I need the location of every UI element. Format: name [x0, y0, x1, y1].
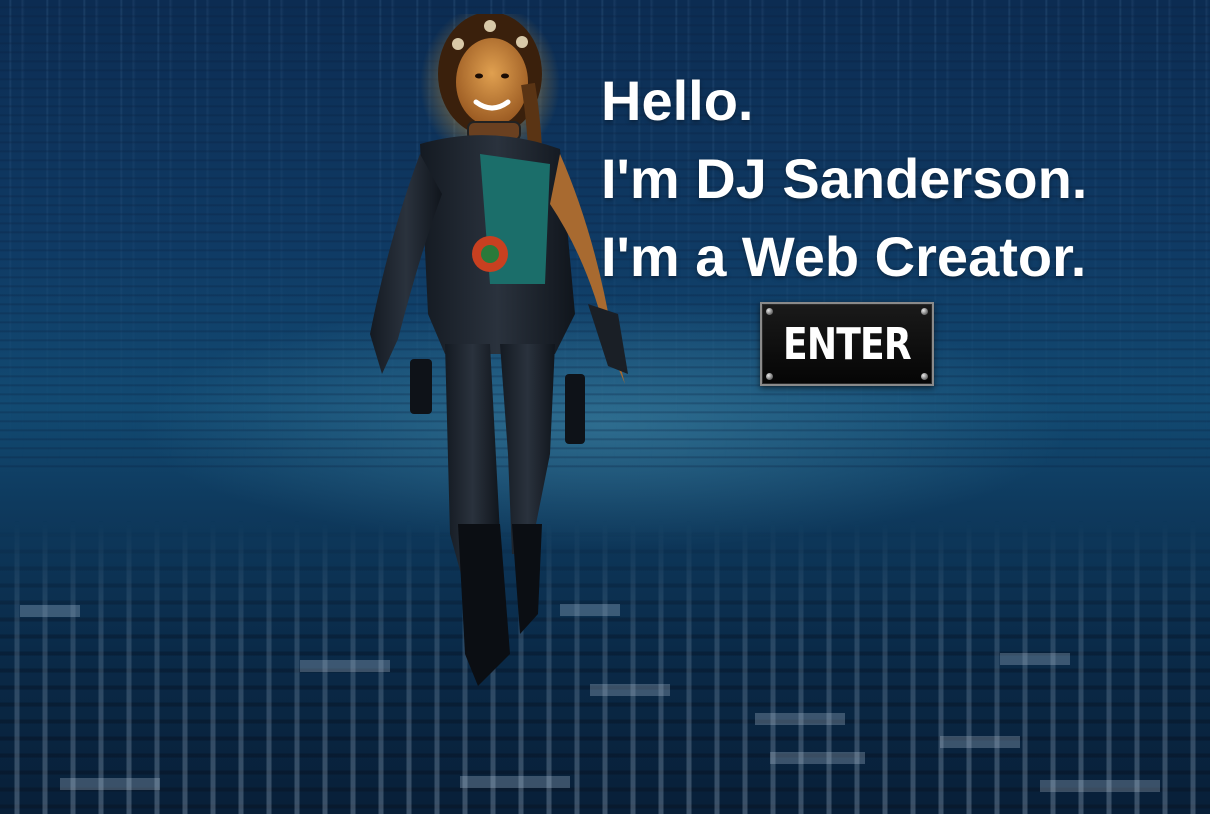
floor-tile [1000, 653, 1070, 665]
floor-tile [1040, 780, 1160, 792]
enter-button[interactable]: ENTER [760, 302, 934, 386]
hero-headline: Hello. I'm DJ Sanderson. I'm a Web Creat… [601, 62, 1201, 296]
floor-tile [755, 713, 845, 725]
floor-tile [20, 605, 80, 617]
rivet-icon [766, 373, 773, 380]
rivet-icon [921, 373, 928, 380]
floor-tile [60, 778, 160, 790]
floor-tile [940, 736, 1020, 748]
hero-line-name: I'm DJ Sanderson. [601, 147, 1088, 210]
landing-stage: Hello. I'm DJ Sanderson. I'm a Web Creat… [0, 0, 1210, 814]
rivet-icon [921, 308, 928, 315]
enter-button-label: ENTER [783, 318, 912, 370]
floor-tile [460, 776, 570, 788]
rivet-icon [766, 308, 773, 315]
hero-line-role: I'm a Web Creator. [601, 225, 1087, 288]
floor-tile [770, 752, 865, 764]
avatar-figure [370, 14, 628, 686]
hero-line-hello: Hello. [601, 69, 754, 132]
